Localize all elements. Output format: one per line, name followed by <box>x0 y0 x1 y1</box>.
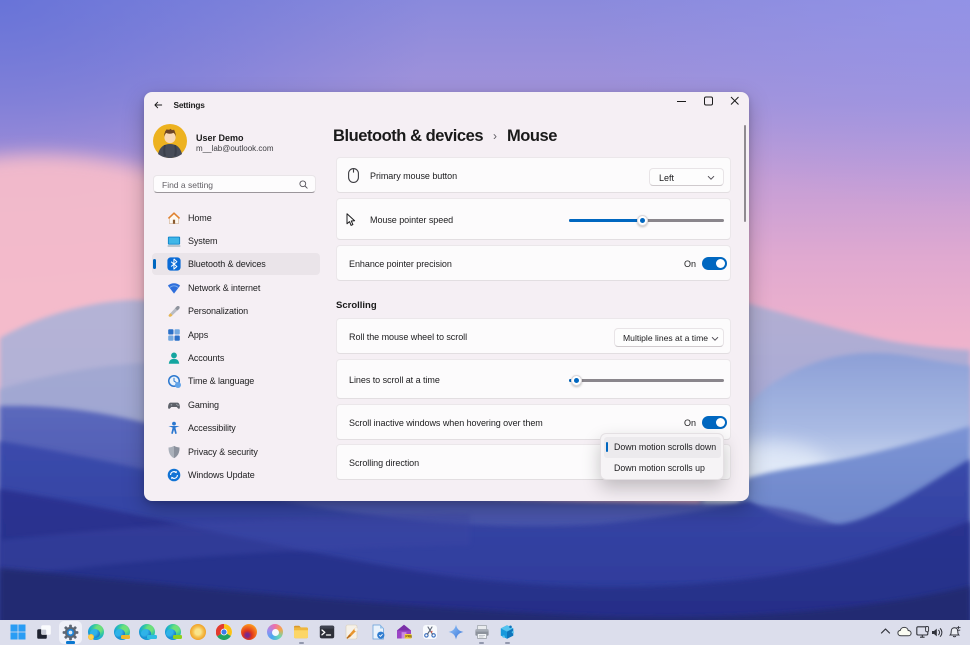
svg-text:PRE: PRE <box>405 635 412 639</box>
